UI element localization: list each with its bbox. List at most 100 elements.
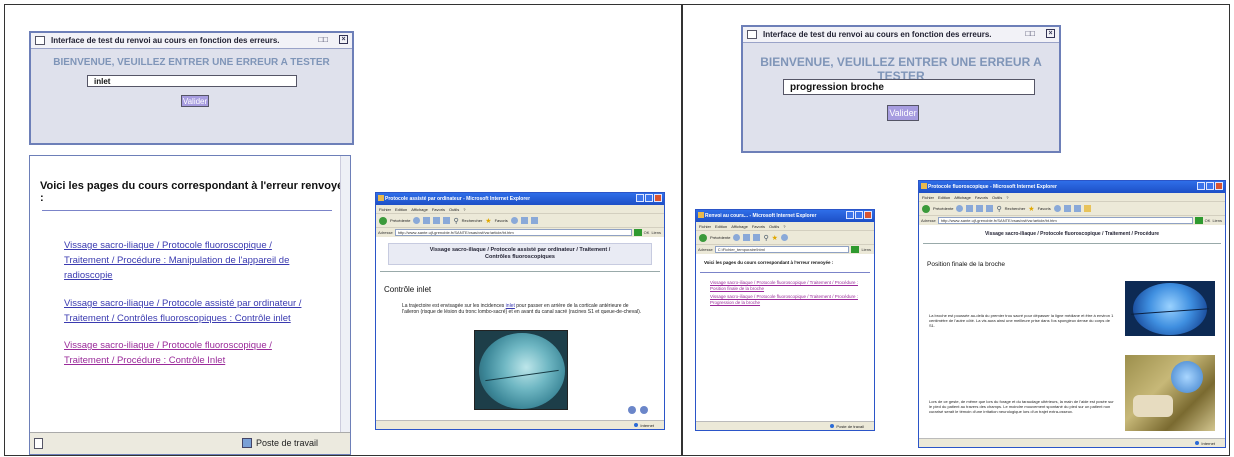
- back-icon[interactable]: [699, 233, 707, 242]
- search-icon[interactable]: ⚲: [453, 217, 458, 225]
- menu-view[interactable]: Affichage: [411, 207, 428, 212]
- mail-icon[interactable]: [520, 217, 528, 224]
- history-icon[interactable]: [510, 217, 518, 224]
- result-link-2[interactable]: Vissage sacro-iliaque / Protocole fluoro…: [710, 294, 860, 305]
- favorites-icon[interactable]: ★: [772, 234, 778, 242]
- back-label[interactable]: Précédente: [933, 206, 953, 211]
- close-icon[interactable]: [1215, 182, 1223, 190]
- right-panel: Interface de test du renvoi au cours en …: [682, 4, 1230, 456]
- ie-status-bar: Internet: [376, 420, 664, 429]
- history-icon[interactable]: [1053, 205, 1061, 212]
- go-label[interactable]: OK: [644, 230, 650, 235]
- next-page-icon[interactable]: [640, 406, 648, 414]
- menu-favorites[interactable]: Favoris: [432, 207, 445, 212]
- result-link-3[interactable]: Vissage sacro-iliaque / Protocole fluoro…: [64, 338, 319, 368]
- minimize-icon[interactable]: [1197, 182, 1205, 190]
- scrollbar[interactable]: [340, 156, 350, 432]
- links-label[interactable]: Liens: [1212, 218, 1225, 223]
- minimize-icon[interactable]: [846, 211, 854, 219]
- stop-icon[interactable]: [743, 234, 751, 241]
- back-icon[interactable]: [379, 216, 387, 225]
- search-icon[interactable]: ⚲: [996, 205, 1001, 213]
- home-icon[interactable]: [443, 217, 451, 224]
- menu-tools[interactable]: Outils: [449, 207, 459, 212]
- back-icon[interactable]: [922, 204, 930, 213]
- forward-icon[interactable]: [413, 217, 421, 224]
- dialog-title-bar: Interface de test du renvoi au cours en …: [743, 27, 1059, 43]
- mail-icon[interactable]: [1063, 205, 1071, 212]
- result-link-1[interactable]: Vissage sacro-iliaque / Protocole fluoro…: [64, 238, 319, 283]
- forward-icon[interactable]: [956, 205, 964, 212]
- address-field[interactable]: C:\Fichier_temporaire\html: [714, 246, 850, 253]
- print-icon[interactable]: [1073, 205, 1081, 212]
- print-icon[interactable]: [530, 217, 538, 224]
- search-label[interactable]: Rechercher: [462, 218, 483, 223]
- go-button[interactable]: [1194, 217, 1203, 224]
- search-icon[interactable]: ⚲: [763, 234, 768, 242]
- ie-page: Vissage sacro-iliaque / Protocole assist…: [376, 237, 664, 420]
- history-icon[interactable]: [780, 234, 788, 241]
- menu-file[interactable]: Fichier: [922, 195, 934, 200]
- links-label[interactable]: Liens: [861, 247, 874, 252]
- stop-icon[interactable]: [966, 205, 974, 212]
- validate-button[interactable]: Valider: [887, 105, 919, 121]
- menu-help[interactable]: ?: [463, 207, 465, 212]
- search-label[interactable]: Rechercher: [1005, 206, 1026, 211]
- address-field[interactable]: http://www-sante.ujf-grenoble.fr/SANTE/v…: [394, 229, 632, 236]
- error-input[interactable]: [783, 79, 1035, 95]
- menu-favorites[interactable]: Favoris: [975, 195, 988, 200]
- forward-icon[interactable]: [733, 234, 741, 241]
- favorites-icon[interactable]: ★: [485, 217, 491, 225]
- favorites-label[interactable]: Favoris: [495, 218, 508, 223]
- menu-edit[interactable]: Edition: [395, 207, 407, 212]
- favorites-label[interactable]: Favoris: [1038, 206, 1051, 211]
- menu-view[interactable]: Affichage: [954, 195, 971, 200]
- links-label[interactable]: Liens: [651, 230, 664, 235]
- go-button[interactable]: [633, 229, 642, 236]
- menu-edit[interactable]: Edition: [938, 195, 950, 200]
- menu-help[interactable]: ?: [783, 224, 785, 229]
- refresh-icon[interactable]: [976, 205, 984, 212]
- ie-page: Voici les pages du cours correspondant à…: [696, 254, 874, 421]
- menu-file[interactable]: Fichier: [379, 207, 391, 212]
- close-icon[interactable]: ×: [339, 35, 348, 44]
- validate-button[interactable]: Valider: [181, 95, 209, 107]
- menu-favorites[interactable]: Favoris: [752, 224, 765, 229]
- go-label[interactable]: OK: [1205, 218, 1211, 223]
- favorites-icon[interactable]: ★: [1028, 205, 1034, 213]
- close-icon[interactable]: ×: [1046, 29, 1055, 38]
- back-label[interactable]: Précédente: [710, 235, 730, 240]
- error-input-dialog-2: Interface de test du renvoi au cours en …: [741, 25, 1061, 153]
- maximize-icon[interactable]: [855, 211, 863, 219]
- refresh-icon[interactable]: [753, 234, 761, 241]
- go-button[interactable]: [851, 246, 860, 253]
- maximize-icon[interactable]: [1206, 182, 1214, 190]
- previous-page-icon[interactable]: [628, 406, 636, 414]
- home-icon[interactable]: [986, 205, 994, 212]
- address-field[interactable]: http://www-sante.ujf-grenoble.fr/SANTE/v…: [937, 217, 1193, 224]
- ie-title-bar: Renvoi au cours... - Microsoft Internet …: [696, 210, 874, 222]
- minimize-icon[interactable]: [636, 194, 644, 202]
- stop-icon[interactable]: [423, 217, 431, 224]
- restore-icon[interactable]: □□: [1025, 29, 1035, 38]
- menu-tools[interactable]: Outils: [769, 224, 779, 229]
- window-app-icon: [747, 30, 757, 39]
- page-heading: Position finale de la broche: [927, 261, 1006, 268]
- result-link-1[interactable]: Vissage sacro-iliaque / Protocole fluoro…: [710, 280, 860, 291]
- menu-edit[interactable]: Edition: [715, 224, 727, 229]
- maximize-icon[interactable]: [645, 194, 653, 202]
- close-icon[interactable]: [864, 211, 872, 219]
- refresh-icon[interactable]: [433, 217, 441, 224]
- menu-view[interactable]: Affichage: [731, 224, 748, 229]
- menu-file[interactable]: Fichier: [699, 224, 711, 229]
- page-text: La trajectoire est envisagée sur les inc…: [402, 303, 644, 315]
- folder-icon[interactable]: [1083, 205, 1091, 212]
- restore-icon[interactable]: □□: [318, 35, 328, 44]
- result-link-2[interactable]: Vissage sacro-iliaque / Protocole assist…: [64, 296, 319, 326]
- close-icon[interactable]: [654, 194, 662, 202]
- error-input[interactable]: [87, 75, 297, 87]
- menu-help[interactable]: ?: [1006, 195, 1008, 200]
- back-label[interactable]: Précédente: [390, 218, 410, 223]
- menu-tools[interactable]: Outils: [992, 195, 1002, 200]
- divider: [700, 272, 870, 273]
